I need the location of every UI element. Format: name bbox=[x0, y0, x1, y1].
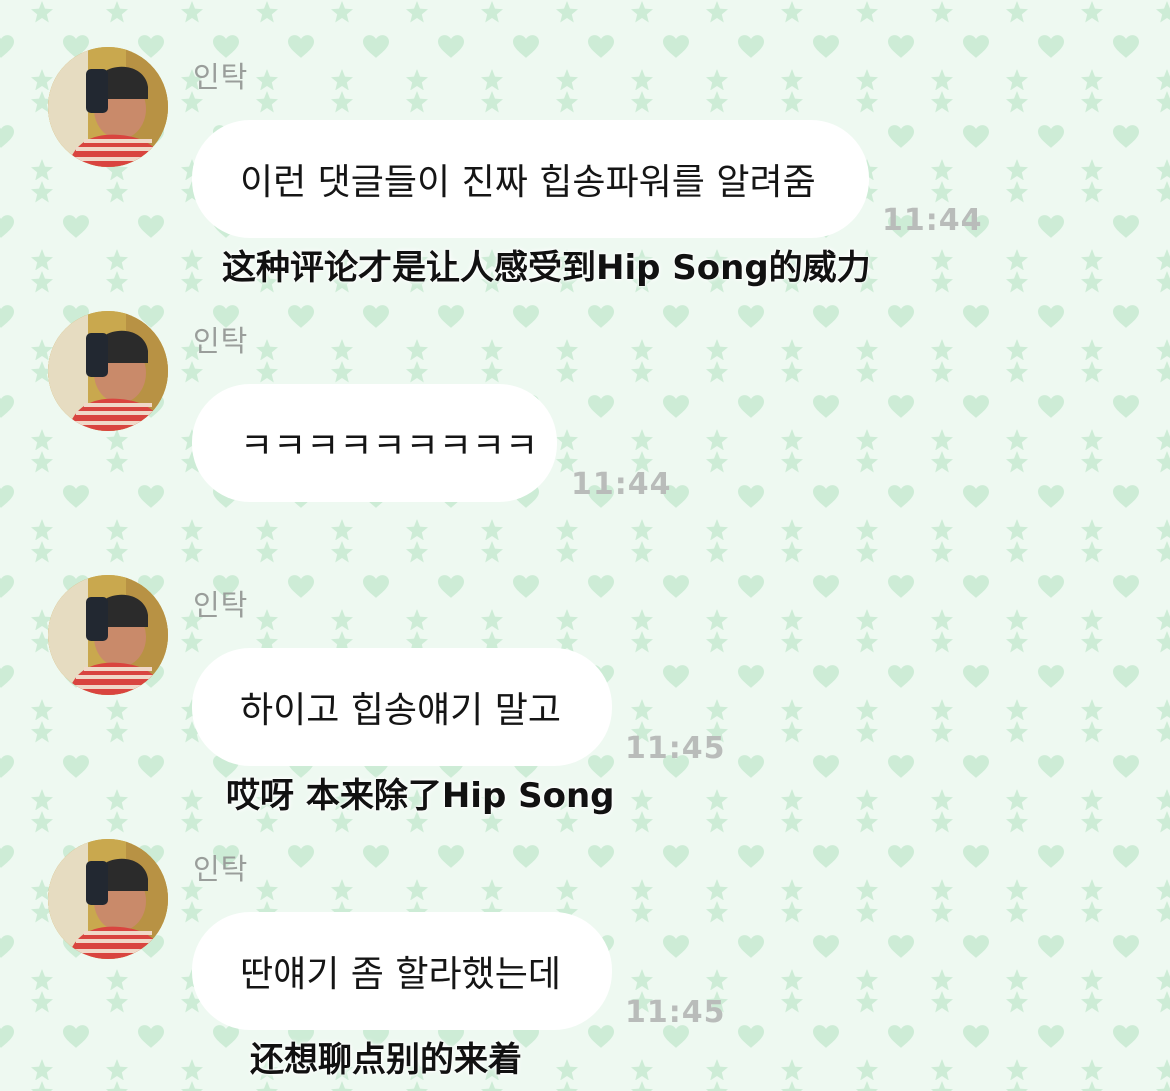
message-bubble[interactable]: ㅋㅋㅋㅋㅋㅋㅋㅋㅋ bbox=[192, 384, 557, 502]
message-timestamp: 11:44 bbox=[571, 467, 672, 502]
chat-message: 인탁 하이고 힙송얘기 말고 11:45 哎呀 本来除了Hip Song bbox=[0, 528, 1170, 816]
chat-message: 인탁 딴얘기 좀 할라했는데 11:45 还想聊点别的来着 bbox=[0, 792, 1170, 1080]
message-text: 하이고 힙송얘기 말고 bbox=[240, 690, 561, 731]
message-text: 이런 댓글들이 진짜 힙송파워를 알려줌 bbox=[240, 162, 816, 203]
message-timestamp: 11:44 bbox=[882, 203, 983, 238]
message-bubble[interactable]: 딴얘기 좀 할라했는데 bbox=[192, 912, 612, 1030]
sender-name: 인탁 bbox=[193, 60, 249, 94]
sender-name: 인탁 bbox=[193, 324, 249, 358]
message-translation: 还想聊点别的来着 bbox=[250, 1040, 522, 1080]
message-text: 딴얘기 좀 할라했는데 bbox=[240, 954, 561, 995]
message-text: ㅋㅋㅋㅋㅋㅋㅋㅋㅋ bbox=[240, 426, 539, 467]
sender-name: 인탁 bbox=[193, 852, 249, 886]
chat-message: 인탁 ㅋㅋㅋㅋㅋㅋㅋㅋㅋ 11:44 bbox=[0, 264, 1170, 524]
chat-message: 인탁 이런 댓글들이 진짜 힙송파워를 알려줌 11:44 这种评论才是让人感受… bbox=[0, 0, 1170, 288]
message-bubble[interactable]: 하이고 힙송얘기 말고 bbox=[192, 648, 612, 766]
message-bubble[interactable]: 이런 댓글들이 진짜 힙송파워를 알려줌 bbox=[192, 120, 869, 238]
avatar[interactable] bbox=[48, 575, 168, 695]
avatar[interactable] bbox=[48, 311, 168, 431]
sender-name: 인탁 bbox=[193, 588, 249, 622]
avatar[interactable] bbox=[48, 839, 168, 959]
message-timestamp: 11:45 bbox=[625, 731, 726, 766]
avatar[interactable] bbox=[48, 47, 168, 167]
message-timestamp: 11:45 bbox=[625, 995, 726, 1030]
